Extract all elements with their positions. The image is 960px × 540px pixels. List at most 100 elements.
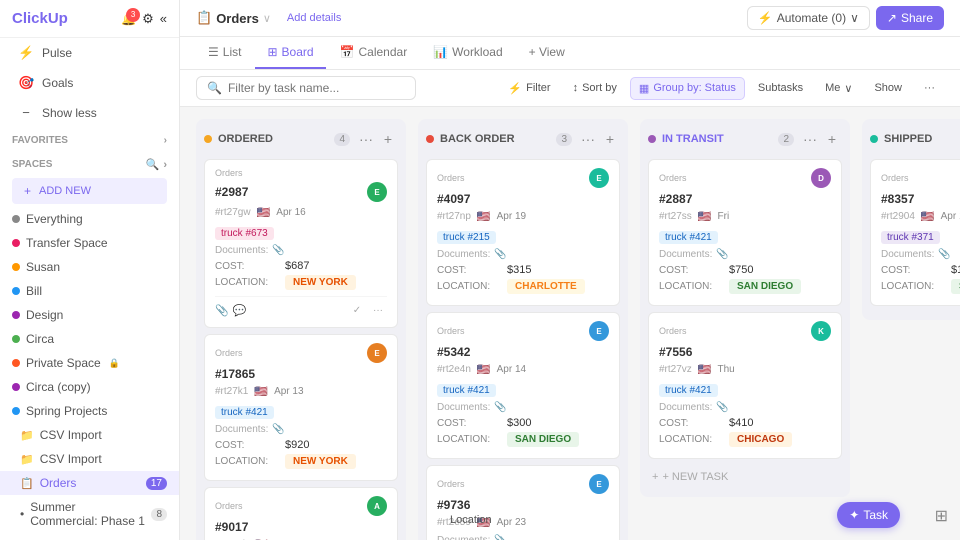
card-2987-check[interactable]: ✓ — [348, 301, 366, 319]
automate-chevron: ∨ — [850, 11, 859, 25]
sidebar-item-everything[interactable]: Everything — [0, 207, 179, 231]
workload-icon: 📊 — [433, 45, 448, 59]
grid-view-icon[interactable]: ⊞ — [935, 506, 948, 526]
sort-button[interactable]: ↕ Sort by — [564, 77, 626, 99]
card-8357[interactable]: Orders E #8357 #rt2904 🇺🇸 Apr 13 truck #… — [870, 159, 960, 306]
in-transit-new-task[interactable]: + + NEW TASK — [648, 465, 842, 489]
card-2987[interactable]: Orders #2987 E #rt27gw 🇺🇸 Apr 16 truck #… — [204, 159, 398, 328]
column-in-transit-add[interactable]: + — [822, 129, 842, 149]
sidebar-folder-summer2[interactable]: • Summer Commercial: Phase 2 5 — [0, 533, 179, 540]
spaces-expand[interactable]: › — [163, 159, 167, 171]
share-icon: ↗ — [887, 11, 897, 25]
column-in-transit: IN TRANSIT 2 ··· + Orders D #2887 — [640, 119, 850, 497]
design-dot — [12, 311, 20, 319]
column-ordered-header: ORDERED 4 ··· + — [204, 127, 398, 151]
favorites-expand[interactable]: › — [164, 135, 167, 146]
sidebar-item-design[interactable]: Design — [0, 303, 179, 327]
task-fab-button[interactable]: ✦ Task — [837, 502, 900, 528]
card-17865[interactable]: Orders E #17865 #rt27k1 🇺🇸 Apr 13 truck … — [204, 334, 398, 481]
card-2987-meta: #rt27gw 🇺🇸 Apr 16 — [215, 206, 387, 219]
card-17865-tag: truck #421 — [215, 406, 274, 419]
sidebar-folder-orders[interactable]: 📋 Orders 17 — [0, 471, 179, 495]
card-5342[interactable]: Orders E #5342 #rt2e4n 🇺🇸 Apr 14 truck #… — [426, 312, 620, 459]
card-2887[interactable]: Orders D #2887 #rt27ss 🇺🇸 Fri truck #421 — [648, 159, 842, 306]
notifications-button[interactable]: 🔔 3 — [121, 12, 136, 26]
me-button[interactable]: Me ∨ — [816, 77, 861, 100]
sidebar-item-bill[interactable]: Bill — [0, 279, 179, 303]
card-2987-location: LOCATION: NEW YORK — [215, 275, 387, 290]
add-details-button[interactable]: Add details — [287, 12, 341, 24]
sidebar-item-circa[interactable]: Circa — [0, 327, 179, 351]
group-button[interactable]: ▦ Group by: Status — [630, 77, 745, 100]
card-2987-more[interactable]: ··· — [369, 301, 387, 319]
view-tabs: ☰ List ⊞ Board 📅 Calendar 📊 Workload + V… — [180, 37, 960, 70]
card-9017[interactable]: Orders A #9017 #rt2avb 🇺🇸 Mon Documents:… — [204, 487, 398, 540]
sidebar-item-susan[interactable]: Susan — [0, 255, 179, 279]
sidebar-item-spring[interactable]: Spring Projects — [0, 399, 179, 423]
filter-button[interactable]: ⚡ Filter — [499, 77, 559, 100]
group-icon: ▦ — [639, 82, 649, 95]
tab-workload[interactable]: 📊 Workload — [421, 37, 514, 69]
card-2887-location: LOCATION: SAN DIEGO — [659, 279, 831, 294]
backorder-status-dot — [426, 135, 434, 143]
show-button[interactable]: Show — [865, 77, 911, 99]
column-ordered-add[interactable]: + — [378, 129, 398, 149]
orders-icon: 📋 — [20, 477, 34, 490]
column-in-transit-header: IN TRANSIT 2 ··· + — [648, 127, 842, 151]
tab-calendar[interactable]: 📅 Calendar — [328, 37, 420, 69]
card-4097-cost: COST: $315 — [437, 264, 609, 276]
collapse-icon[interactable]: « — [160, 11, 167, 26]
tab-list[interactable]: ☰ List — [196, 37, 253, 69]
card-4097[interactable]: Orders E #4097 #rt27np 🇺🇸 Apr 19 truck #… — [426, 159, 620, 306]
card-2987-docs: Documents: 📎 — [215, 245, 387, 256]
card-8357-meta: #rt2904 🇺🇸 Apr 13 — [881, 210, 960, 223]
sidebar-item-show-less[interactable]: − Show less — [6, 99, 173, 126]
tab-board[interactable]: ⊞ Board — [255, 37, 325, 69]
card-2987-cost: COST: $687 — [215, 260, 387, 272]
in-transit-status-dot — [648, 135, 656, 143]
card-7556[interactable]: Orders K #7556 #rt27vz 🇺🇸 Thu truck #421 — [648, 312, 842, 459]
sidebar-folder-summer1[interactable]: • Summer Commercial: Phase 1 8 — [0, 495, 179, 533]
card-17865-header: Orders E — [215, 343, 387, 363]
card-7556-header: Orders K — [659, 321, 831, 341]
card-9736[interactable]: Orders E #9736 #rt2e59 🇺🇸 Apr 23 Documen… — [426, 465, 620, 540]
sidebar-folder-csv2[interactable]: 📁 CSV Import — [0, 447, 179, 471]
spaces-search-icon[interactable]: 🔍 — [146, 158, 160, 171]
card-4097-tag: truck #215 — [437, 231, 496, 244]
summer1-icon: • — [20, 507, 24, 521]
card-2987-header: Orders — [215, 168, 387, 178]
docs-icon: 📎 — [272, 245, 284, 256]
tab-add-view[interactable]: + View — [517, 37, 577, 69]
share-button[interactable]: ↗ Share — [876, 6, 944, 30]
sidebar-item-transfer[interactable]: Transfer Space — [0, 231, 179, 255]
sidebar-item-goals[interactable]: 🎯 Goals — [6, 69, 173, 97]
column-in-transit-actions: ··· + — [800, 129, 842, 149]
subtasks-button[interactable]: Subtasks — [749, 77, 812, 99]
sidebar-logo: ClickUp 🔔 3 ⚙ « — [0, 0, 179, 38]
column-in-transit-more[interactable]: ··· — [800, 129, 820, 149]
settings-icon[interactable]: ⚙ — [142, 11, 154, 27]
sidebar-item-circa-copy[interactable]: Circa (copy) — [0, 375, 179, 399]
folder-icon: 📁 — [20, 429, 34, 442]
card-4097-location: LOCATION: CHARLOTTE — [437, 279, 609, 294]
search-icon: 🔍 — [207, 81, 222, 95]
column-backorder-more[interactable]: ··· — [578, 129, 598, 149]
card-8357-location: LOCATION: SAN DIEGO — [881, 279, 960, 294]
card-4097-location-badge: CHARLOTTE — [507, 279, 585, 294]
card-9017-header: Orders A — [215, 496, 387, 516]
sidebar-item-add-new[interactable]: + ADD NEW — [12, 178, 167, 204]
column-backorder-add[interactable]: + — [600, 129, 620, 149]
card-2887-header: Orders D — [659, 168, 831, 188]
search-input[interactable] — [228, 81, 405, 95]
automate-button[interactable]: ⚡ Automate (0) ∨ — [747, 6, 870, 30]
card-8357-docs: Documents: 📎 — [881, 249, 960, 260]
sidebar-folder-csv1[interactable]: 📁 CSV Import — [0, 423, 179, 447]
column-shipped-header: SHIPPED 1 ··· + — [870, 127, 960, 151]
location-bottom-bar: Location — [450, 512, 492, 526]
sidebar-item-pulse[interactable]: ⚡ Pulse — [6, 39, 173, 67]
private-dot — [12, 359, 20, 367]
column-ordered-more[interactable]: ··· — [356, 129, 376, 149]
more-options-button[interactable]: ··· — [915, 77, 944, 99]
sidebar-item-private[interactable]: Private Space 🔒 — [0, 351, 179, 375]
card-5342-header: Orders E — [437, 321, 609, 341]
